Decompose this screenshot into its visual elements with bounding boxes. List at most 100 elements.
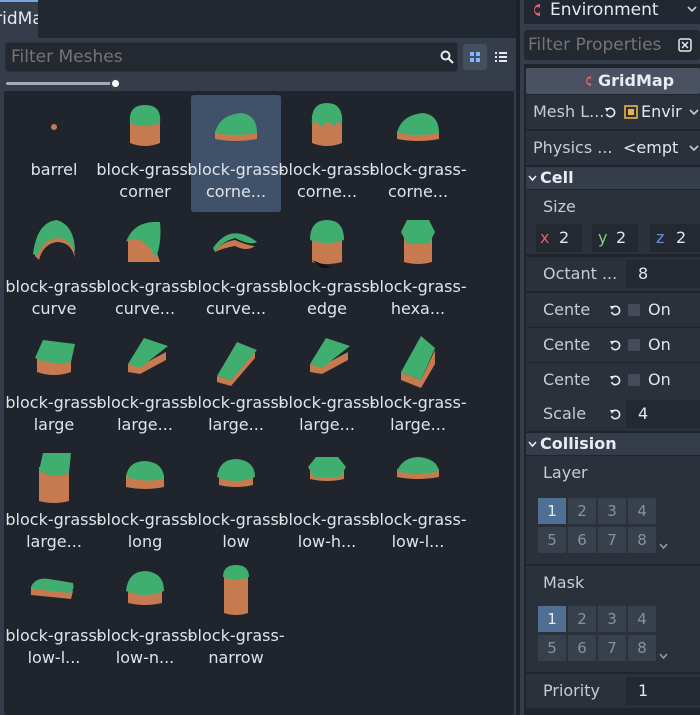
collision-mask-bit[interactable]: 7 — [598, 635, 626, 661]
mesh-item[interactable]: block-grass-corne... — [187, 95, 285, 212]
mesh-item[interactable]: block-grass-long — [96, 445, 194, 562]
prop-cell-size: Size x 2 y 2 z 2 — [526, 190, 700, 254]
mesh-item[interactable]: block-grass-corner — [96, 95, 194, 212]
filter-properties-input[interactable] — [524, 30, 700, 60]
list-view-icon — [495, 52, 507, 62]
mesh-library-label: Mesh L... — [533, 102, 605, 121]
mesh-thumbnail — [217, 458, 255, 487]
mesh-library-value[interactable]: Envir — [641, 95, 682, 129]
mesh-item[interactable]: block-grass-large... — [369, 328, 467, 445]
collision-layer-bit[interactable]: 2 — [568, 498, 596, 524]
mesh-item[interactable]: block-grass-low-l... — [5, 561, 103, 678]
filter-meshes-input[interactable] — [5, 42, 458, 72]
mesh-thumbnail — [397, 113, 439, 141]
mesh-item[interactable]: block-grass-low-h... — [278, 445, 376, 562]
mesh-item[interactable]: block-grass-corne... — [278, 95, 376, 212]
center-x-checkbox[interactable] — [628, 304, 640, 316]
mesh-item-label: block-grass-large — [5, 393, 103, 434]
mesh-item[interactable]: block-grass-corne... — [369, 95, 467, 212]
node-class-name: GridMap — [598, 71, 675, 90]
tab-gridmap[interactable]: GridMap — [0, 0, 38, 38]
revert-icon[interactable] — [609, 339, 622, 352]
mesh-item[interactable]: block-grass-curve... — [187, 212, 285, 329]
close-icon[interactable] — [678, 38, 692, 52]
chevron-down-icon[interactable] — [659, 652, 668, 660]
size-x-field[interactable]: x 2 — [536, 224, 582, 252]
mesh-item[interactable]: block-grass-large... — [187, 328, 285, 445]
collision-layer-bit[interactable]: 1 — [538, 498, 566, 524]
octant-size-field[interactable]: 8 — [626, 260, 700, 288]
collision-layer-bit[interactable]: 4 — [628, 498, 656, 524]
section-cell[interactable]: Cell — [526, 167, 700, 189]
size-y-field[interactable]: y 2 — [592, 224, 638, 252]
chevron-down-icon[interactable] — [688, 143, 700, 153]
chevron-down-icon[interactable] — [688, 107, 700, 117]
revert-icon[interactable] — [609, 408, 622, 421]
mesh-thumbnail — [310, 219, 344, 268]
gridmap-panel: GridMap barrelblock-grass-cornerblock-gr… — [0, 0, 516, 715]
collision-mask-bit[interactable]: 3 — [598, 606, 626, 632]
mesh-thumbnail — [213, 232, 257, 252]
node-class-header: GridMap — [526, 68, 700, 94]
mesh-thumbnail — [51, 124, 57, 130]
mesh-thumbnail — [33, 219, 75, 260]
mesh-item[interactable]: block-grass-hexa... — [369, 212, 467, 329]
collision-priority-label: Priority — [543, 681, 600, 700]
collision-mask-bit[interactable]: 1 — [538, 606, 566, 632]
chevron-down-icon[interactable] — [686, 4, 698, 14]
mesh-thumbnail — [128, 338, 168, 374]
mesh-item[interactable]: block-grass-curve — [5, 212, 103, 329]
center-z-checkbox[interactable] — [628, 374, 640, 386]
collision-layer-bit[interactable]: 5 — [538, 527, 566, 553]
mesh-item-label: barrel — [30, 160, 78, 179]
collision-layer-bit[interactable]: 6 — [568, 527, 596, 553]
section-collision-label: Collision — [540, 434, 617, 453]
collision-mask-bit[interactable]: 2 — [568, 606, 596, 632]
center-y-label: Cente — [543, 335, 591, 354]
collision-mask-bit[interactable]: 5 — [538, 635, 566, 661]
size-z-field[interactable]: z 2 — [650, 224, 700, 252]
mesh-item[interactable]: block-grass-low — [187, 445, 285, 562]
mesh-item[interactable]: block-grass-large... — [5, 445, 103, 562]
mesh-item-label: block-grass-long — [96, 509, 194, 551]
axis-y-label: y — [598, 228, 608, 247]
prop-collision-mask: Mask 1234 5678 — [526, 566, 700, 672]
collision-mask-grid: 1234 5678 — [538, 606, 658, 662]
collision-mask-bit[interactable]: 4 — [628, 606, 656, 632]
search-icon[interactable] — [440, 50, 454, 64]
revert-icon[interactable] — [604, 106, 617, 119]
mesh-item-label: block-grass-low-l... — [5, 626, 103, 667]
center-y-checkbox[interactable] — [628, 339, 640, 351]
mesh-item[interactable]: block-grass-large — [5, 328, 103, 445]
mesh-item[interactable]: block-grass-edge — [278, 212, 376, 329]
collision-mask-bit[interactable]: 8 — [628, 635, 656, 661]
physics-material-label: Physics ... — [533, 138, 613, 157]
scale-field[interactable]: 4 — [626, 400, 700, 428]
axis-x-label: x — [540, 228, 550, 247]
collision-layer-bit[interactable]: 8 — [628, 527, 656, 553]
collision-mask-bit[interactable]: 6 — [568, 635, 596, 661]
slider-grabber[interactable] — [110, 78, 121, 89]
zoom-slider[interactable] — [6, 78, 123, 90]
revert-icon[interactable] — [609, 304, 622, 317]
mesh-item[interactable]: block-grass-low-l... — [369, 445, 467, 562]
list-view-button[interactable] — [489, 44, 513, 70]
mesh-item[interactable]: block-grass-low-n... — [96, 561, 194, 678]
mesh-item[interactable]: block-grass-large... — [278, 328, 376, 445]
section-collision[interactable]: Collision — [526, 433, 700, 455]
physics-material-value[interactable]: <empt — [623, 131, 678, 165]
mesh-item-label: block-grass-large... — [187, 393, 285, 434]
mesh-item[interactable]: block-grass-large... — [96, 328, 194, 445]
mesh-thumbnail — [310, 338, 350, 374]
mesh-item[interactable]: block-grass-narrow — [187, 561, 285, 678]
collision-layer-bit[interactable]: 3 — [598, 498, 626, 524]
environment-resource-header[interactable]: Environment — [524, 0, 700, 24]
priority-field[interactable]: 1 — [626, 677, 700, 705]
mesh-item-label: block-grass-curve... — [96, 276, 194, 318]
mesh-item[interactable]: barrel — [9, 95, 99, 212]
chevron-down-icon[interactable] — [659, 542, 668, 550]
revert-icon[interactable] — [609, 374, 622, 387]
grid-view-button[interactable] — [463, 44, 487, 70]
mesh-item[interactable]: block-grass-curve... — [96, 212, 194, 329]
collision-layer-bit[interactable]: 7 — [598, 527, 626, 553]
